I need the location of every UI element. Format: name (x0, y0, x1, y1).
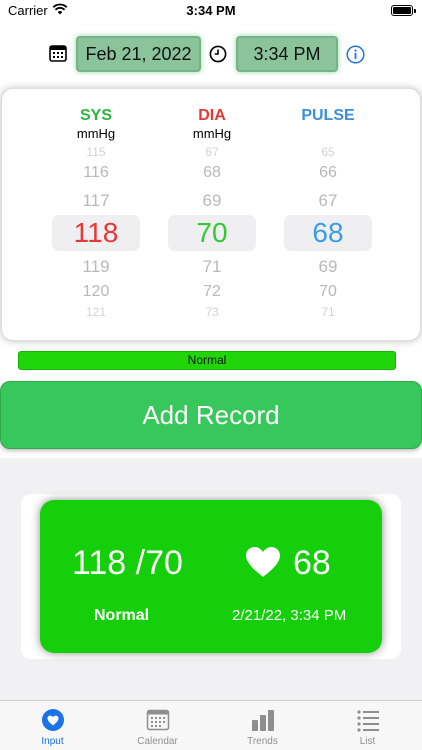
tab-label: Input (41, 736, 64, 747)
wheel-item: 71 (202, 257, 222, 276)
tab-list[interactable]: List (315, 701, 420, 750)
summary-bp-value: 118 /70 (72, 544, 183, 582)
tab-label: List (359, 736, 376, 747)
wheel-item: 120 (82, 283, 110, 300)
wheel-item: 65 (321, 145, 335, 159)
wheel-item: 116 (83, 164, 109, 181)
pulse-column-title: PULSE (301, 107, 355, 124)
tab-input[interactable]: Input (0, 701, 105, 750)
wheel-item: 117 (82, 191, 110, 210)
wheel-item: 121 (85, 305, 107, 319)
wheel-item: 115 (86, 145, 106, 159)
sys-wheel[interactable]: 115 116 117 118 119 120 121 (46, 145, 146, 319)
wheel-item: 67 (318, 191, 338, 210)
summary-card[interactable]: 118 /70 68 Normal 2/21/22, 3:34 PM (40, 500, 382, 653)
wheel-item: 119 (82, 257, 110, 276)
sys-column-title: SYS (79, 107, 112, 124)
summary-status-label: Normal (94, 607, 150, 624)
summary-datetime: 2/21/22, 3:34 PM (232, 607, 347, 624)
dia-selected-value: 70 (196, 217, 228, 248)
wheel-item: 72 (203, 283, 221, 300)
time-picker-button[interactable]: 3:34 PM (236, 36, 338, 72)
summary-pulse-value: 68 (293, 544, 331, 582)
calendar-icon (146, 709, 170, 731)
bar-chart-icon (252, 710, 274, 731)
heart-icon (42, 709, 64, 731)
wheel-item: 70 (319, 283, 337, 300)
wheel-item: 68 (203, 164, 221, 181)
wheel-item: 67 (205, 145, 219, 159)
wheel-item: 71 (321, 305, 335, 319)
sys-selected-value: 118 (73, 217, 119, 248)
date-picker-button[interactable]: Feb 21, 2022 (76, 36, 201, 72)
tab-trends[interactable]: Trends (210, 701, 315, 750)
battery-icon (391, 5, 416, 16)
tab-label: Trends (247, 736, 278, 747)
wheel-item: 69 (318, 257, 338, 276)
wheel-item: 73 (205, 305, 219, 319)
status-time: 3:34 PM (186, 3, 236, 18)
dia-wheel[interactable]: 67 68 69 70 71 72 73 (162, 145, 262, 319)
tab-calendar[interactable]: Calendar (105, 701, 210, 750)
status-strip: Normal (18, 351, 396, 370)
calendar-icon (49, 45, 67, 62)
wheel-item: 69 (202, 191, 222, 210)
add-record-button[interactable]: Add Record (0, 381, 422, 449)
list-icon (357, 710, 379, 732)
tab-bar: Input Calendar Trends List (0, 700, 422, 750)
pulse-wheel[interactable]: 65 66 67 68 69 70 71 (278, 145, 378, 319)
blood-pressure-picker: SYS mmHg 115 116 117 118 119 120 121 DIA… (1, 88, 421, 341)
wheel-item: 66 (319, 164, 337, 181)
clock-icon (209, 45, 227, 63)
status-bar: Carrier 3:34 PM (0, 0, 422, 24)
tab-label: Calendar (137, 736, 178, 747)
sys-unit-label: mmHg (76, 126, 116, 141)
pulse-selected-value: 68 (312, 217, 344, 248)
dia-unit-label: mmHg (192, 126, 232, 141)
info-icon[interactable] (346, 45, 365, 64)
heart-icon (246, 547, 280, 577)
dia-column-title: DIA (198, 107, 226, 124)
